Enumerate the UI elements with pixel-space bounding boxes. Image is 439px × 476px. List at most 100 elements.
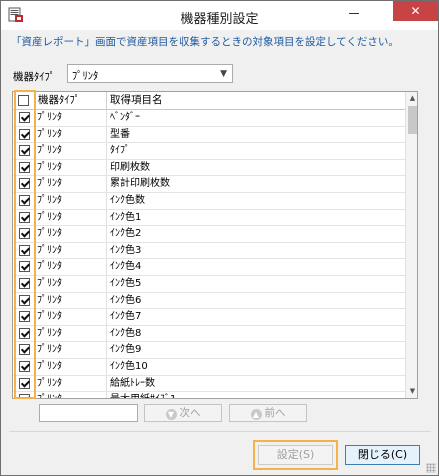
table-row[interactable]: ﾌﾟﾘﾝﾀ ｲﾝｸ色9 bbox=[13, 342, 405, 359]
row-checkbox[interactable] bbox=[19, 112, 30, 123]
grid-header: 機器ﾀｲﾌﾟ 取得項目名 bbox=[13, 92, 405, 110]
close-button[interactable]: 閉じる(C) bbox=[345, 445, 420, 465]
row-checkbox[interactable] bbox=[19, 294, 30, 306]
row-device-type: ﾌﾟﾘﾝﾀ bbox=[35, 309, 107, 325]
arrow-up-icon: ▲ bbox=[250, 409, 262, 420]
column-header-item-name[interactable]: 取得項目名 bbox=[107, 92, 408, 109]
row-checkbox[interactable] bbox=[19, 145, 30, 157]
table-row[interactable]: ﾌﾟﾘﾝﾀ ｲﾝｸ色8 bbox=[13, 325, 405, 343]
row-checkbox-cell bbox=[13, 358, 35, 375]
minimize-button[interactable] bbox=[344, 5, 364, 19]
row-checkbox-cell bbox=[13, 126, 35, 143]
row-checkbox-cell bbox=[13, 209, 35, 226]
row-checkbox-cell bbox=[13, 159, 35, 176]
select-all-checkbox[interactable] bbox=[18, 95, 29, 106]
row-checkbox[interactable] bbox=[19, 327, 30, 339]
row-device-type: ﾌﾟﾘﾝﾀ bbox=[35, 292, 107, 309]
table-row[interactable]: ﾌﾟﾘﾝﾀ 累計印刷枚数 bbox=[13, 176, 405, 193]
row-device-type: ﾌﾟﾘﾝﾀ bbox=[35, 275, 107, 292]
row-checkbox[interactable] bbox=[19, 211, 30, 223]
row-checkbox-cell bbox=[13, 226, 35, 242]
row-checkbox[interactable] bbox=[19, 277, 30, 289]
row-checkbox-cell bbox=[13, 325, 35, 342]
row-device-type: ﾌﾟﾘﾝﾀ bbox=[35, 226, 107, 242]
row-device-type: ﾌﾟﾘﾝﾀ bbox=[35, 358, 107, 375]
row-device-type: ﾌﾟﾘﾝﾀ bbox=[35, 126, 107, 143]
row-device-type: ﾌﾟﾘﾝﾀ bbox=[35, 259, 107, 275]
device-type-select[interactable]: ﾌﾟﾘﾝﾀ ▼ bbox=[67, 64, 233, 83]
row-checkbox-cell bbox=[13, 342, 35, 358]
row-checkbox[interactable] bbox=[19, 244, 30, 256]
row-checkbox[interactable] bbox=[19, 311, 30, 323]
row-checkbox-cell bbox=[13, 375, 35, 392]
item-grid: 機器ﾀｲﾌﾟ 取得項目名 ﾌﾟﾘﾝﾀ ﾍﾞﾝﾀﾞｰ ﾌﾟﾘﾝﾀ 型番 ﾌﾟﾘﾝﾀ ﾀｲﾌﾟ… bbox=[12, 91, 418, 399]
vertical-scrollbar[interactable]: ▲ ▼ bbox=[405, 92, 417, 398]
row-checkbox[interactable] bbox=[19, 360, 30, 372]
row-item-name: ｲﾝｸ色9 bbox=[110, 344, 142, 356]
row-checkbox[interactable] bbox=[19, 394, 30, 398]
row-checkbox[interactable] bbox=[19, 261, 30, 273]
grid-rows: ﾌﾟﾘﾝﾀ ﾍﾞﾝﾀﾞｰ ﾌﾟﾘﾝﾀ 型番 ﾌﾟﾘﾝﾀ ﾀｲﾌﾟ ﾌﾟﾘﾝﾀ 印刷枚数 ﾌﾟﾘﾝ… bbox=[13, 110, 408, 398]
row-checkbox[interactable] bbox=[19, 178, 30, 190]
row-checkbox-cell bbox=[13, 242, 35, 259]
row-item-name: ｲﾝｸ色8 bbox=[110, 327, 142, 339]
next-button[interactable]: ▼ 次へ bbox=[144, 404, 222, 422]
prev-button-label: 前へ bbox=[264, 407, 286, 419]
row-item-name: 最大用紙ｻｲｽﾞ1 bbox=[107, 392, 408, 398]
row-checkbox[interactable] bbox=[19, 194, 30, 206]
device-type-label: 機器ﾀｲﾌﾟ bbox=[13, 71, 55, 83]
row-device-type: ﾌﾟﾘﾝﾀ bbox=[35, 192, 107, 209]
table-row[interactable]: ﾌﾟﾘﾝﾀ最大用紙ｻｲｽﾞ1 bbox=[13, 392, 408, 398]
next-button-label: 次へ bbox=[179, 407, 201, 419]
table-row[interactable]: ﾌﾟﾘﾝﾀ ﾀｲﾌﾟ bbox=[13, 143, 405, 160]
row-item-name: ﾍﾞﾝﾀﾞｰ bbox=[110, 112, 140, 123]
table-row[interactable]: ﾌﾟﾘﾝﾀ ｲﾝｸ色1 bbox=[13, 209, 405, 227]
title-bar: 機器種別設定 ✕ bbox=[1, 1, 438, 30]
table-row[interactable]: ﾌﾟﾘﾝﾀ 印刷枚数 bbox=[13, 159, 405, 177]
scroll-down-icon[interactable]: ▼ bbox=[406, 385, 417, 398]
table-row[interactable]: ﾌﾟﾘﾝﾀ 型番 bbox=[13, 126, 405, 144]
row-checkbox[interactable] bbox=[19, 161, 30, 173]
row-device-type: ﾌﾟﾘﾝﾀ bbox=[35, 110, 107, 126]
column-header-device-type[interactable]: 機器ﾀｲﾌﾟ bbox=[35, 92, 107, 109]
close-window-button[interactable]: ✕ bbox=[393, 1, 438, 21]
device-type-value: ﾌﾟﾘﾝﾀ bbox=[72, 70, 99, 82]
settings-button[interactable]: 設定(S) bbox=[258, 445, 333, 465]
arrow-down-icon: ▼ bbox=[165, 409, 177, 420]
row-item-name: ｲﾝｸ色3 bbox=[110, 244, 142, 256]
dialog-window: 機器種別設定 ✕ 「資産レポート」画面で資産項目を収集するときの対象項目を設定し… bbox=[0, 0, 439, 476]
row-checkbox[interactable] bbox=[19, 377, 30, 389]
table-row[interactable]: ﾌﾟﾘﾝﾀ ｲﾝｸ色2 bbox=[13, 226, 405, 243]
row-item-name: ﾀｲﾌﾟ bbox=[110, 145, 130, 157]
scroll-up-icon[interactable]: ▲ bbox=[406, 92, 417, 105]
row-checkbox[interactable] bbox=[19, 344, 30, 356]
row-item-name: 型番 bbox=[110, 128, 130, 140]
resize-grip-icon[interactable] bbox=[426, 463, 436, 473]
table-row[interactable]: ﾌﾟﾘﾝﾀ ｲﾝｸ色数 bbox=[13, 192, 405, 210]
row-device-type: ﾌﾟﾘﾝﾀ bbox=[35, 209, 107, 226]
table-row[interactable]: ﾌﾟﾘﾝﾀ ﾍﾞﾝﾀﾞｰ bbox=[13, 110, 405, 127]
row-item-name: 印刷枚数 bbox=[110, 161, 150, 173]
row-checkbox[interactable] bbox=[19, 128, 30, 140]
row-checkbox-cell bbox=[13, 392, 35, 398]
table-row[interactable]: ﾌﾟﾘﾝﾀ ｲﾝｸ色4 bbox=[13, 259, 405, 276]
table-row[interactable]: ﾌﾟﾘﾝﾀ ｲﾝｸ色6 bbox=[13, 292, 405, 310]
table-row[interactable]: ﾌﾟﾘﾝﾀ ｲﾝｸ色3 bbox=[13, 242, 405, 260]
row-item-name: ｲﾝｸ色6 bbox=[110, 294, 142, 306]
prev-button[interactable]: ▲ 前へ bbox=[229, 404, 307, 422]
divider bbox=[9, 431, 431, 432]
row-item-name: ｲﾝｸ色5 bbox=[110, 277, 142, 289]
row-checkbox-cell bbox=[13, 192, 35, 209]
row-device-type: ﾌﾟﾘﾝﾀ bbox=[35, 342, 107, 358]
row-checkbox[interactable] bbox=[19, 228, 30, 240]
search-input[interactable] bbox=[39, 404, 138, 422]
row-device-type: ﾌﾟﾘﾝﾀ bbox=[35, 159, 107, 176]
table-row[interactable]: ﾌﾟﾘﾝﾀ 給紙ﾄﾚｰ数 bbox=[13, 375, 405, 393]
table-row[interactable]: ﾌﾟﾘﾝﾀ ｲﾝｸ色5 bbox=[13, 275, 405, 293]
row-checkbox-cell bbox=[13, 309, 35, 325]
row-device-type: ﾌﾟﾘﾝﾀ bbox=[35, 143, 107, 159]
table-row[interactable]: ﾌﾟﾘﾝﾀ ｲﾝｸ色10 bbox=[13, 358, 405, 376]
scroll-thumb[interactable] bbox=[408, 106, 417, 134]
table-row[interactable]: ﾌﾟﾘﾝﾀ ｲﾝｸ色7 bbox=[13, 309, 405, 326]
row-checkbox-cell bbox=[13, 259, 35, 275]
